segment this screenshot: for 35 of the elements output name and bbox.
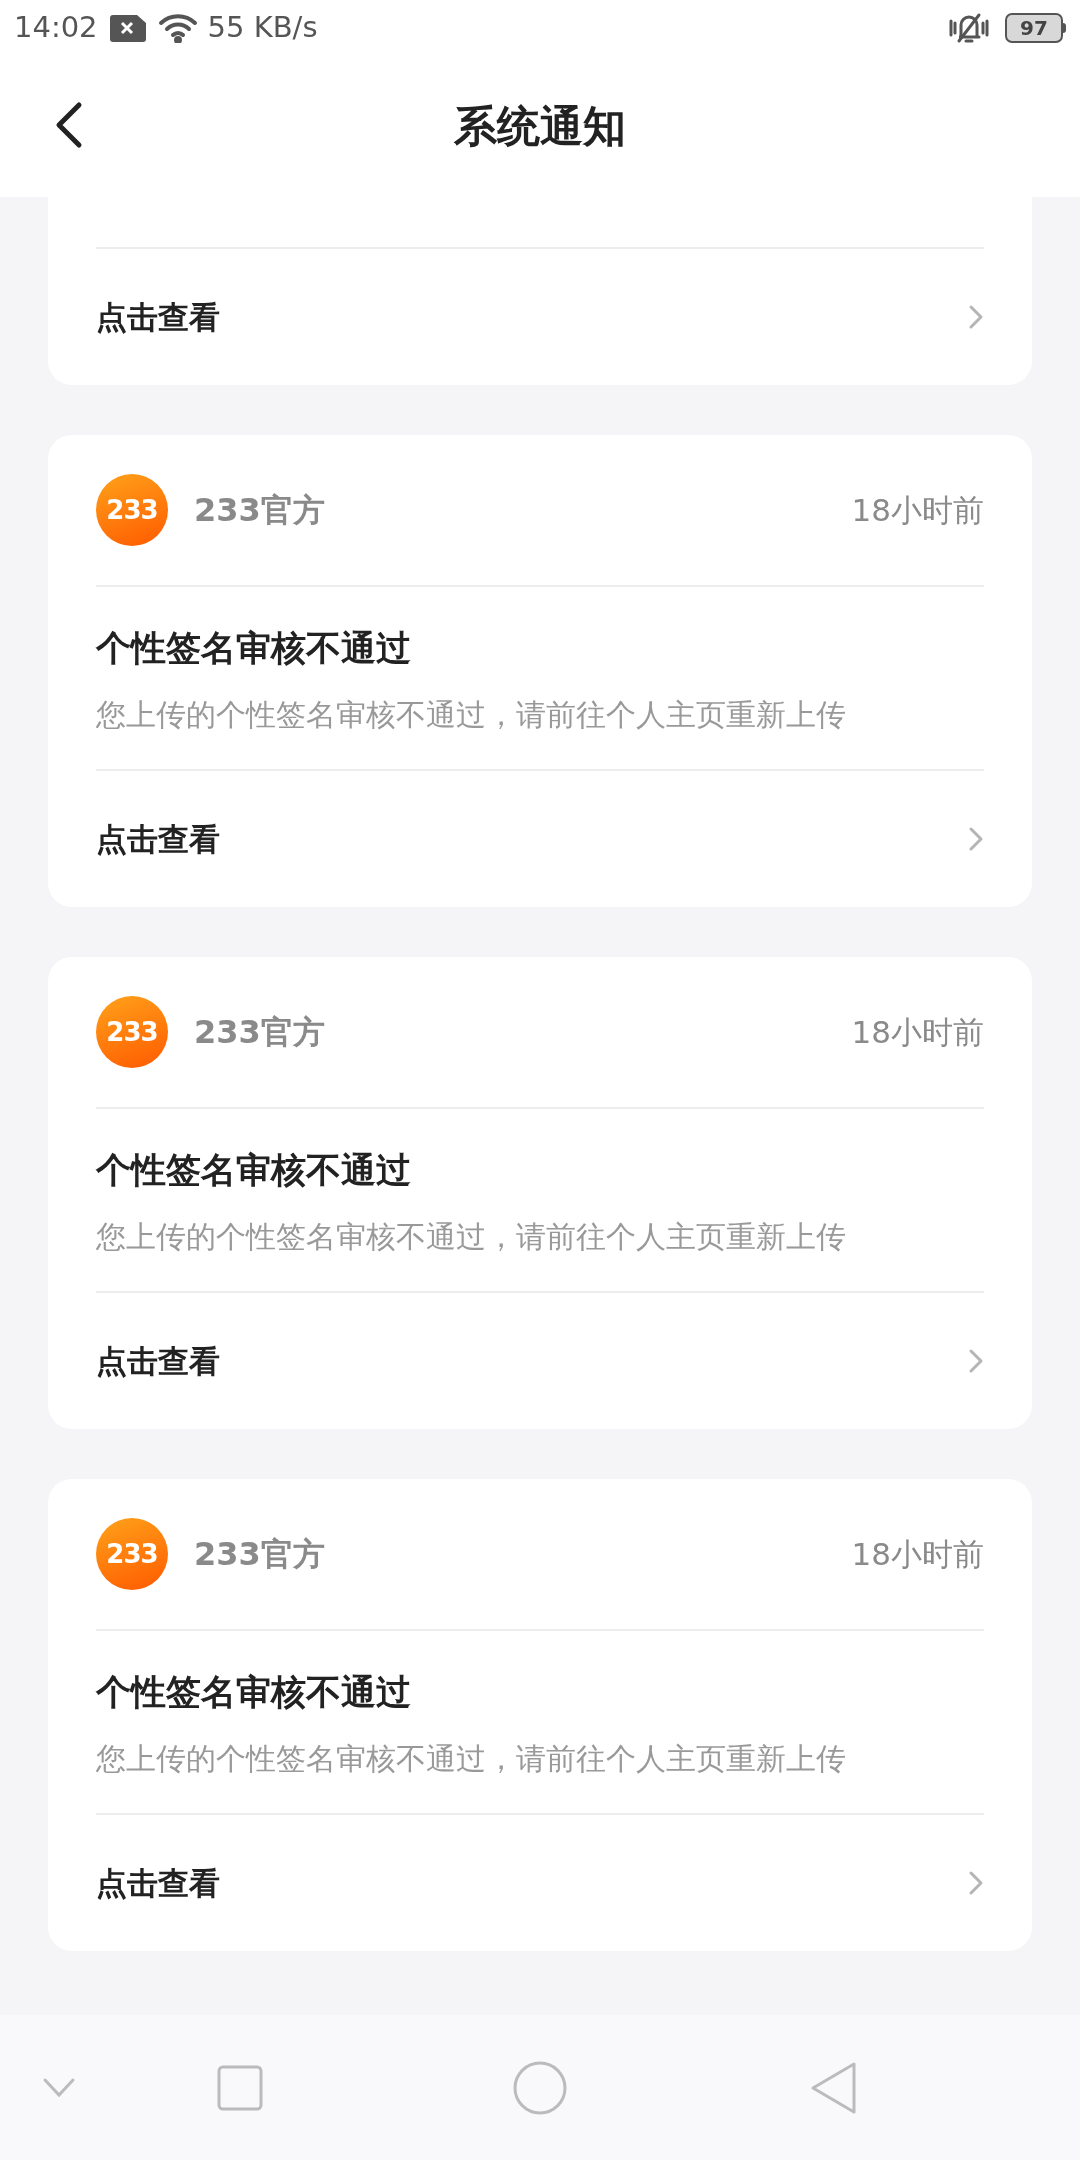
sim-error-icon [109, 14, 146, 42]
chevron-right-icon [968, 1870, 984, 1896]
timestamp: 18小时前 [851, 1012, 984, 1052]
recents-icon[interactable] [217, 2064, 263, 2111]
chevron-right-icon [968, 304, 984, 330]
notification-body: 您上传的个性签名审核不通过，请前往个人主页重新上传 [96, 1740, 847, 1778]
network-speed: 55 KB/s [207, 9, 318, 47]
view-link[interactable]: 点击查看 [96, 815, 220, 863]
wifi-icon [157, 13, 200, 43]
battery-icon: 97 [1005, 13, 1063, 43]
notification-title: 个性签名审核不通过 [96, 1149, 412, 1192]
sender-name: 233官方 [194, 1534, 326, 1575]
logo-icon: 233 [96, 1518, 168, 1590]
view-link[interactable]: 点击查看 [96, 1337, 220, 1385]
notification-body: 您上传的个性签名审核不通过，请前往个人主页重新上传 [96, 1218, 847, 1256]
page-title: 系统通知 [454, 100, 626, 154]
status-time: 14:02 [14, 9, 98, 47]
notification-title: 个性签名审核不通过 [96, 1671, 412, 1714]
sender-name: 233官方 [194, 490, 326, 531]
back-icon[interactable] [55, 101, 83, 149]
view-link[interactable]: 点击查看 [96, 293, 220, 341]
hide-keyboard-icon[interactable] [42, 2076, 76, 2099]
logo-icon: 233 [96, 474, 168, 546]
sender-name: 233官方 [194, 1012, 326, 1053]
view-link[interactable]: 点击查看 [96, 1859, 220, 1907]
timestamp: 18小时前 [851, 490, 984, 530]
notification-title: 个性签名审核不通过 [96, 627, 412, 670]
vibrate-icon [947, 11, 991, 45]
logo-icon: 233 [96, 996, 168, 1068]
chevron-right-icon [968, 826, 984, 852]
notification-body: 您上传的个性签名审核不通过，请前往个人主页重新上传 [96, 696, 847, 734]
back-triangle-icon[interactable] [810, 2060, 858, 2115]
home-icon[interactable] [512, 2059, 568, 2116]
chevron-right-icon [968, 1348, 984, 1374]
timestamp: 18小时前 [851, 1534, 984, 1574]
